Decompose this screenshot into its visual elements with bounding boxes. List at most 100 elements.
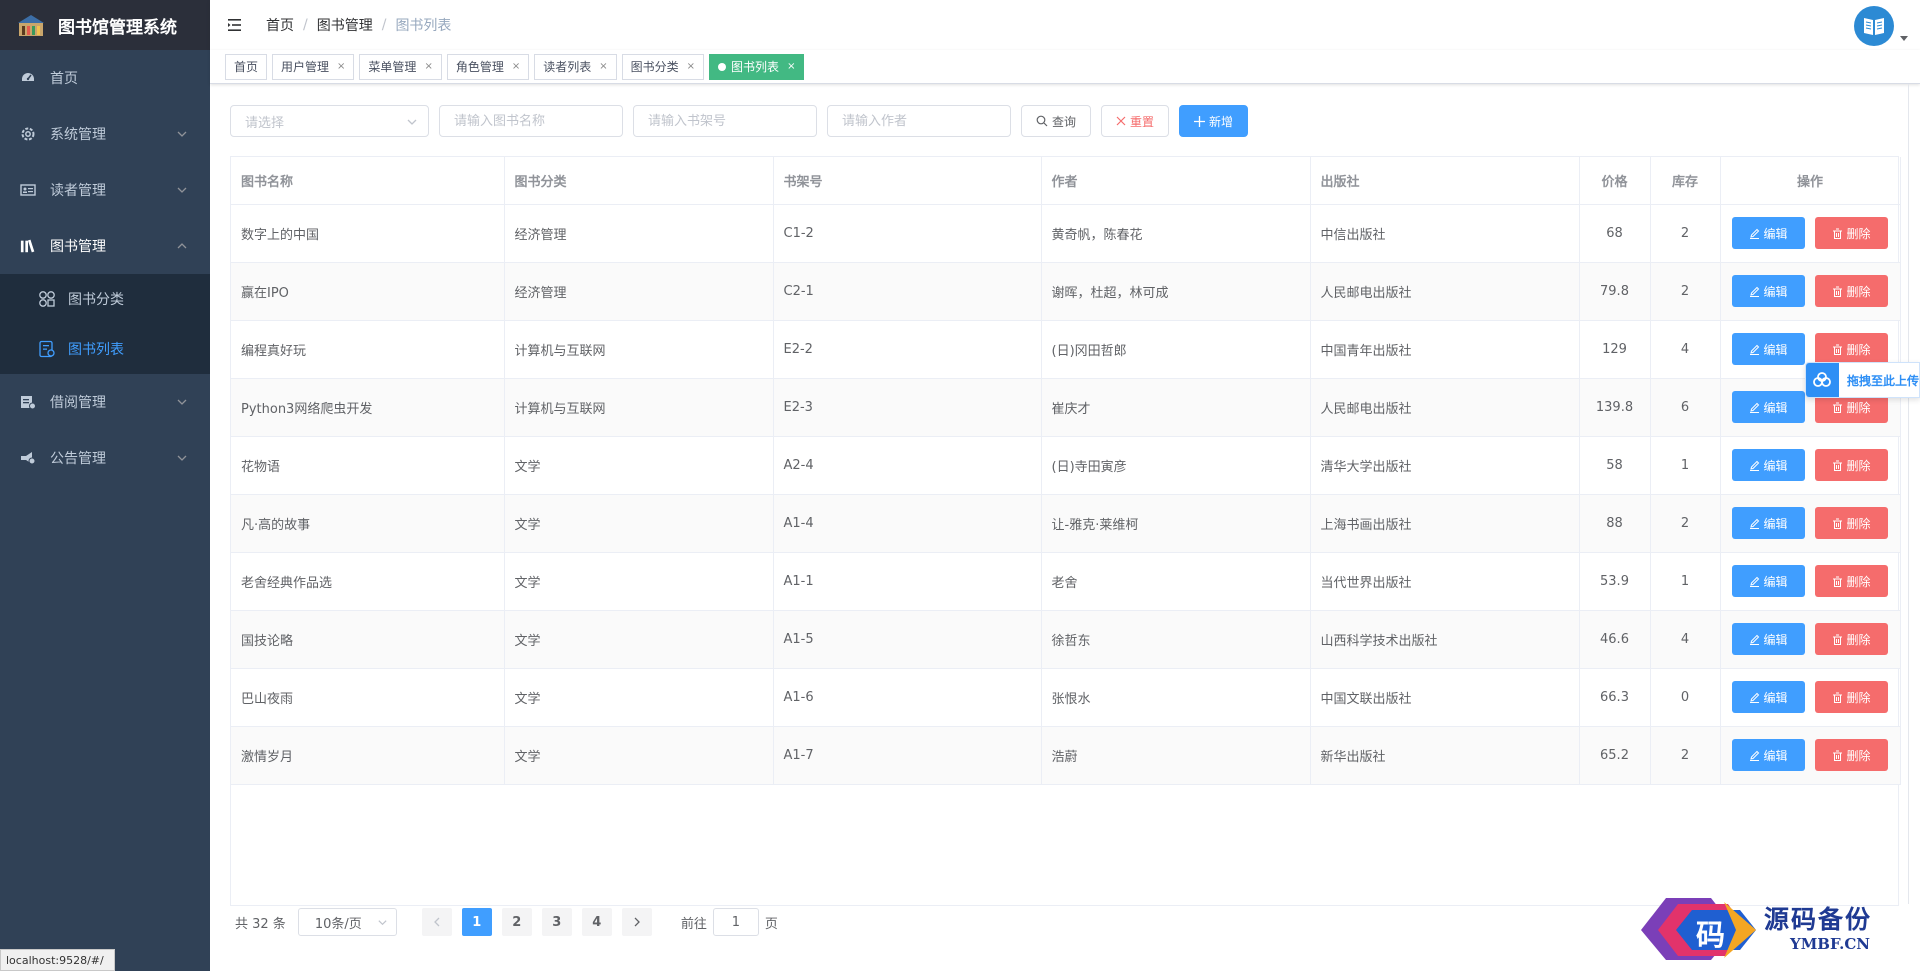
sidebar-item-books[interactable]: 图书管理 xyxy=(0,218,210,274)
delete-button[interactable]: 删除 xyxy=(1815,333,1888,365)
chevron-up-icon xyxy=(177,243,187,249)
edit-button[interactable]: 编辑 xyxy=(1732,449,1805,481)
upload-drop-widget[interactable]: 拖拽至此上传 xyxy=(1805,362,1920,398)
sidebar-item-label: 首页 xyxy=(50,71,78,87)
edit-button[interactable]: 编辑 xyxy=(1732,333,1805,365)
breadcrumb-home[interactable]: 首页 xyxy=(266,15,294,35)
cell-author: 徐哲东 xyxy=(1041,610,1311,669)
table-row: 激情岁月 文学 A1-7 浩蔚 新华出版社 65.2 2 编辑 删除 xyxy=(231,726,1901,785)
sidebar-item-home[interactable]: 首页 xyxy=(0,50,210,106)
sidebar-item-readers[interactable]: 读者管理 xyxy=(0,162,210,218)
close-icon[interactable]: × xyxy=(337,61,345,72)
cell-actions: 编辑 删除 xyxy=(1720,494,1901,553)
cell-price: 58 xyxy=(1579,436,1651,495)
close-icon[interactable]: × xyxy=(424,61,432,72)
sidebar: 图书馆管理系统 首页 系统管理 读者管理 图书管理 图书分类 图书列表 借阅管理… xyxy=(0,0,210,971)
tag-role-mgmt[interactable]: 角色管理 × xyxy=(446,53,530,80)
edit-button[interactable]: 编辑 xyxy=(1732,565,1805,597)
sidebar-item-borrow[interactable]: 借阅管理 xyxy=(0,374,210,430)
book-name-input[interactable] xyxy=(439,105,623,137)
tag-label: 图书列表 xyxy=(731,60,780,74)
edit-button-label: 编辑 xyxy=(1763,342,1788,357)
cell-actions: 编辑 删除 xyxy=(1720,552,1901,611)
page-size-select[interactable]: 10条/页 xyxy=(297,908,397,936)
delete-button[interactable]: 删除 xyxy=(1815,275,1888,307)
tag-reader-list[interactable]: 读者列表 × xyxy=(534,53,617,80)
reset-button-label: 重置 xyxy=(1130,114,1155,129)
edit-button[interactable]: 编辑 xyxy=(1732,391,1805,423)
reset-button[interactable]: 重置 xyxy=(1101,105,1170,137)
tag-menu-mgmt[interactable]: 菜单管理 × xyxy=(359,53,442,80)
cell-author: 张恨水 xyxy=(1041,668,1311,727)
tag-home[interactable]: 首页 xyxy=(225,53,268,80)
edit-button[interactable]: 编辑 xyxy=(1732,217,1805,249)
cloud-upload-icon xyxy=(1806,363,1839,397)
delete-button[interactable]: 删除 xyxy=(1815,623,1888,655)
goto-page-input[interactable] xyxy=(712,908,759,936)
cell-stock: 0 xyxy=(1650,668,1721,727)
sidebar-item-label: 图书列表 xyxy=(68,342,124,358)
sidebar-item-book-list[interactable]: 图书列表 xyxy=(0,324,210,374)
avatar[interactable] xyxy=(1854,6,1894,46)
hamburger-icon[interactable] xyxy=(226,15,246,35)
close-icon[interactable]: × xyxy=(787,61,795,72)
cell-stock: 6 xyxy=(1650,378,1721,437)
sidebar-item-announce[interactable]: 公告管理 xyxy=(0,430,210,486)
delete-button[interactable]: 删除 xyxy=(1815,217,1888,249)
tag-book-category[interactable]: 图书分类 × xyxy=(621,53,705,80)
sidebar-item-system[interactable]: 系统管理 xyxy=(0,106,210,162)
close-icon[interactable]: × xyxy=(599,61,607,72)
page-button-2[interactable]: 2 xyxy=(501,908,532,936)
delete-button[interactable]: 删除 xyxy=(1815,507,1888,539)
column-header: 作者 xyxy=(1041,157,1311,205)
cell-price: 129 xyxy=(1579,320,1651,379)
delete-button-label: 删除 xyxy=(1846,284,1871,299)
chevron-down-icon xyxy=(407,119,417,125)
author-input[interactable] xyxy=(827,105,1011,137)
sidebar-item-book-category[interactable]: 图书分类 xyxy=(0,274,210,324)
edit-button[interactable]: 编辑 xyxy=(1732,681,1805,713)
close-icon[interactable]: × xyxy=(687,61,695,72)
page-button-4[interactable]: 4 xyxy=(581,908,612,936)
delete-button[interactable]: 删除 xyxy=(1815,565,1888,597)
page-button-1[interactable]: 1 xyxy=(461,908,492,936)
list-icon xyxy=(38,340,56,358)
navbar: 首页 / 图书管理 / 图书列表 xyxy=(210,0,1920,50)
chevron-down-icon xyxy=(378,920,387,926)
cell-author: 浩蔚 xyxy=(1041,726,1311,785)
active-dot-icon xyxy=(718,62,727,71)
column-header: 图书分类 xyxy=(504,157,774,205)
browser-status-bar: localhost:9528/#/ xyxy=(0,949,115,971)
logo-area[interactable]: 图书馆管理系统 xyxy=(0,0,210,50)
tag-label: 角色管理 xyxy=(455,60,504,74)
edit-button[interactable]: 编辑 xyxy=(1732,623,1805,655)
edit-button-label: 编辑 xyxy=(1763,284,1788,299)
column-header: 书架号 xyxy=(773,157,1042,205)
page-button-3[interactable]: 3 xyxy=(541,908,572,936)
cell-book-name: 数字上的中国 xyxy=(231,204,505,263)
close-icon[interactable]: × xyxy=(512,61,520,72)
next-page-button[interactable] xyxy=(621,908,652,936)
tag-user-mgmt[interactable]: 用户管理 × xyxy=(272,53,355,80)
dashboard-icon xyxy=(20,70,36,86)
prev-page-button[interactable] xyxy=(421,908,452,936)
cell-price: 68 xyxy=(1579,204,1651,263)
category-select[interactable]: 请选择 xyxy=(230,105,429,137)
edit-icon xyxy=(1750,460,1760,471)
delete-button[interactable]: 删除 xyxy=(1815,681,1888,713)
delete-button[interactable]: 删除 xyxy=(1815,739,1888,771)
edit-button-label: 编辑 xyxy=(1763,226,1788,241)
shelf-number-input[interactable] xyxy=(633,105,817,137)
breadcrumb-book-mgmt[interactable]: 图书管理 xyxy=(317,15,373,35)
edit-button[interactable]: 编辑 xyxy=(1732,275,1805,307)
tag-book-list[interactable]: 图书列表 × xyxy=(709,53,805,80)
delete-button[interactable]: 删除 xyxy=(1815,449,1888,481)
edit-button[interactable]: 编辑 xyxy=(1732,507,1805,539)
add-book-button[interactable]: 新增 xyxy=(1179,105,1249,137)
user-menu[interactable] xyxy=(1854,6,1908,46)
search-button[interactable]: 查询 xyxy=(1021,105,1092,137)
table-row: 国技论略 文学 A1-5 徐哲东 山西科学技术出版社 46.6 4 编辑 删除 xyxy=(231,610,1901,669)
edit-button[interactable]: 编辑 xyxy=(1732,739,1805,771)
cell-book-name: 老舍经典作品选 xyxy=(231,552,505,611)
column-header: 图书名称 xyxy=(231,157,505,205)
